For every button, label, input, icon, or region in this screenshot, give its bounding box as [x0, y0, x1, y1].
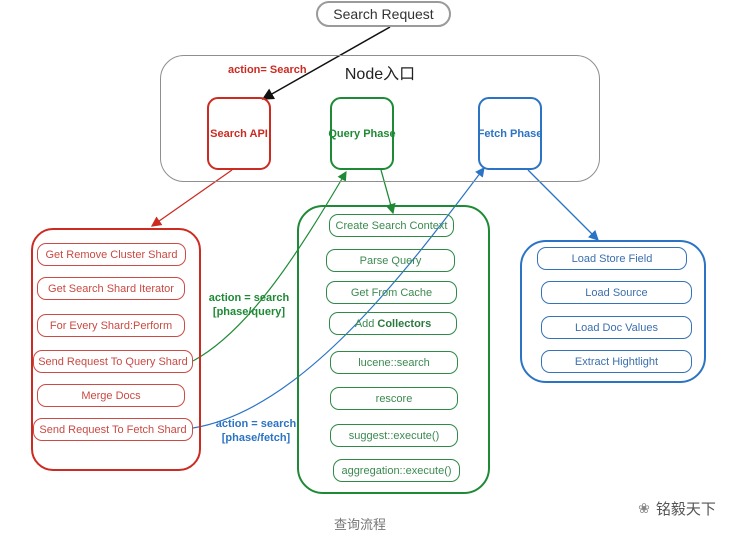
- query-phase-step-bold: Collectors: [377, 317, 432, 330]
- query-edge-label-line2: [phase/query]: [212, 306, 286, 318]
- fetch-edge-label-line1: action = search: [215, 418, 297, 430]
- search-api-step: Send Request To Fetch Shard: [33, 418, 193, 441]
- query-phase-step: Create Search Context: [329, 214, 454, 237]
- query-phase-box: Query Phase: [328, 97, 396, 170]
- node-entry-title: Node入口: [344, 66, 416, 83]
- fetch-phase-step: Load Store Field: [537, 247, 687, 270]
- query-phase-step: aggregation::execute(): [333, 459, 460, 482]
- search-api-step: Send Request To Query Shard: [33, 350, 193, 373]
- query-phase-step: lucene::search: [330, 351, 458, 374]
- search-api-step: For Every Shard:Perform: [37, 314, 185, 337]
- query-edge-label-line1: action = search: [208, 292, 290, 304]
- query-edge-label: action = search [phase/query]: [205, 291, 293, 319]
- fetch-edge-label-line2: [phase/fetch]: [221, 432, 291, 444]
- watermark: ❀ 铭毅天下: [622, 497, 732, 519]
- wechat-icon: ❀: [638, 499, 650, 516]
- search-api-step: Get Remove Cluster Shard: [37, 243, 186, 266]
- query-phase-step: Get From Cache: [326, 281, 457, 304]
- search-request-node: Search Request: [316, 1, 451, 27]
- fetch-phase-step: Load Source: [541, 281, 692, 304]
- query-phase-step: rescore: [330, 387, 458, 410]
- query-phase-step: Add Collectors: [329, 312, 457, 335]
- watermark-text: 铭毅天下: [655, 500, 716, 518]
- search-api-box: Search API: [207, 97, 271, 170]
- query-phase-step: Parse Query: [326, 249, 455, 272]
- query-phase-step: suggest::execute(): [330, 424, 458, 447]
- search-api-step: Get Search Shard Iterator: [37, 277, 185, 300]
- fetch-phase-step: Load Doc Values: [541, 316, 692, 339]
- search-api-step: Merge Docs: [37, 384, 185, 407]
- entry-action-label: action= Search: [228, 64, 307, 76]
- fetch-edge-label: action = search [phase/fetch]: [212, 417, 300, 445]
- fetch-phase-step: Extract Hightlight: [541, 350, 692, 373]
- query-phase-step-text: Add: [354, 317, 375, 330]
- fetch-phase-box: Fetch Phase: [478, 97, 542, 170]
- figure-caption: 查询流程: [333, 516, 386, 532]
